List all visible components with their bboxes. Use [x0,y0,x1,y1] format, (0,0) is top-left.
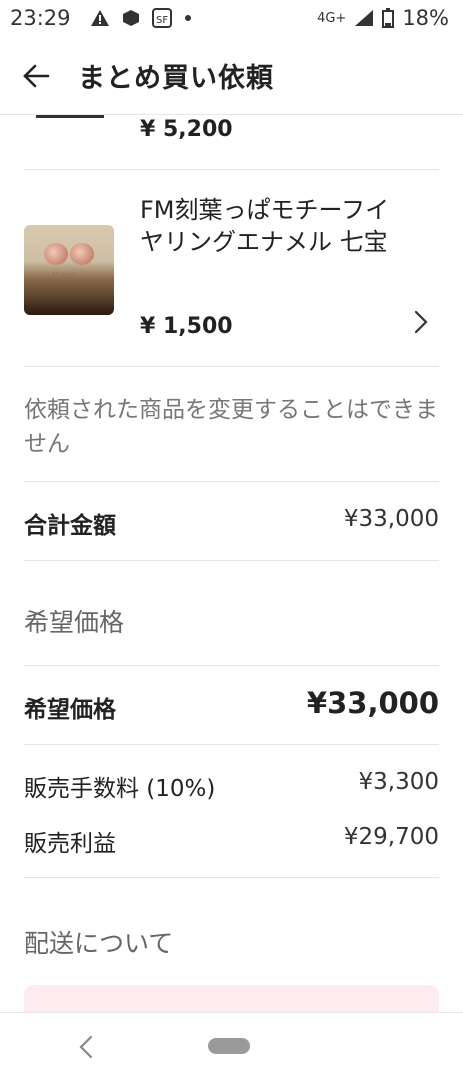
main-content: ¥ 5,200 Maison FM刻葉っぱモチーフイヤリングエナメル 七宝 ¥ … [0,115,463,986]
desired-price-label: 希望価格 [24,697,116,723]
page-title: まとめ買い依頼 [78,63,274,94]
nav-home-pill[interactable] [208,1038,250,1054]
warning-icon [91,10,109,26]
status-time: 23:29 [10,6,71,30]
item-name: FM刻葉っぱモチーフイヤリングエナメル 七宝 [140,196,390,256]
system-nav-bar [0,1012,463,1081]
status-notification-icons: SF [90,8,192,28]
item-thumbnail: Maison [24,225,114,315]
total-value: ¥33,000 [343,506,439,532]
item-price: ¥ 5,200 [140,117,233,142]
svg-text:SF: SF [156,15,168,26]
status-right: 4G+ 18% [317,6,449,30]
section-title: 配送について [24,929,174,958]
fee-label: 販売手数料 (10%) [24,776,216,802]
total-label: 合計金額 [24,513,116,539]
section-title: 希望価格 [24,608,125,637]
item-price: ¥ 1,500 [140,314,233,339]
profit-row: 販売利益 ¥29,700 [0,810,463,865]
total-row: 合計金額 ¥33,000 [0,482,463,560]
desired-price-value: ¥33,000 [306,686,439,720]
list-item[interactable]: Maison FM刻葉っぱモチーフイヤリングエナメル 七宝 ¥ 1,500 [0,170,463,366]
arrow-left-icon[interactable] [22,64,50,88]
notice-text: 依頼された商品を変更することはできません [24,397,438,457]
sf-icon: SF [152,8,172,28]
battery-icon [382,8,395,28]
network-type: 4G+ [317,10,347,26]
nav-back-icon[interactable] [78,1035,94,1059]
dot-icon [185,15,191,21]
earring-image [70,243,94,265]
chevron-right-icon[interactable] [414,310,428,334]
fee-row: 販売手数料 (10%) ¥3,300 [0,755,463,810]
status-bar: 23:29 SF 4G+ 18% [0,0,463,38]
thumbnail-edge [36,115,104,118]
earring-image [44,243,68,265]
list-item[interactable]: ¥ 5,200 [0,115,463,169]
battery-level: 18% [402,6,449,30]
desired-price-row[interactable]: 希望価格 ¥33,000 [0,666,463,744]
profit-value: ¥29,700 [343,824,439,850]
fee-value: ¥3,300 [358,769,439,795]
cube-icon [123,10,139,26]
profit-label: 販売利益 [24,831,116,857]
thumbnail-logo: Maison [52,271,77,279]
signal-icon [355,10,374,26]
app-bar: まとめ買い依頼 [0,38,463,115]
